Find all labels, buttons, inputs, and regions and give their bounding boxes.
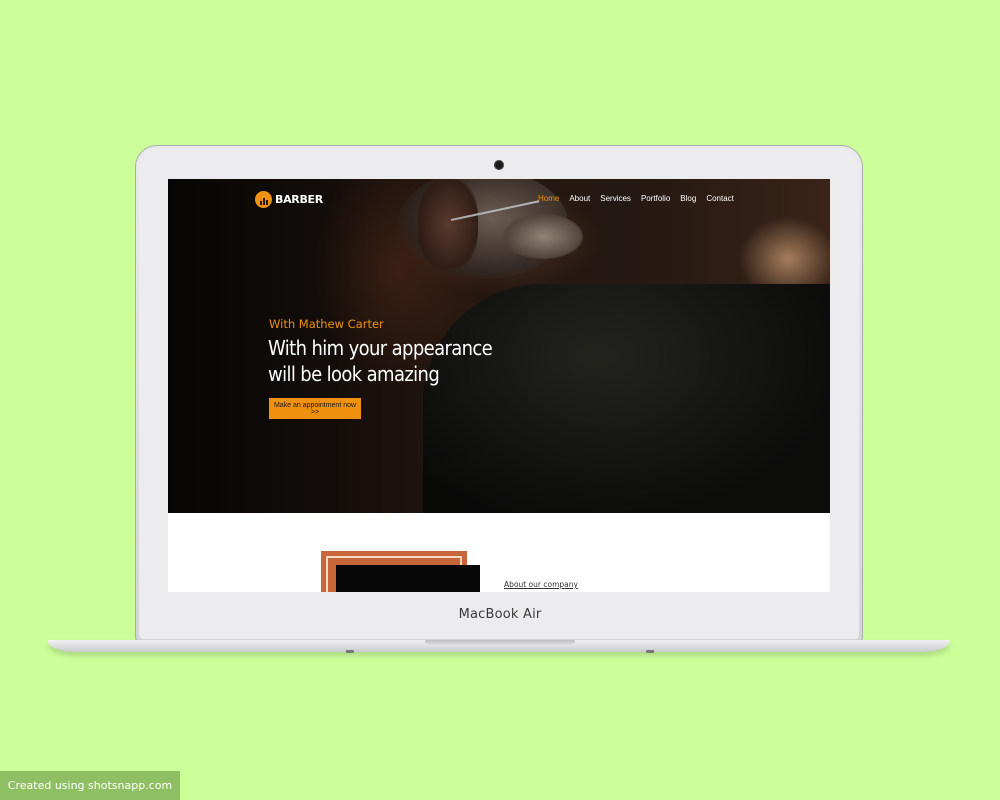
nav-item-portfolio[interactable]: Portfolio [641, 194, 670, 203]
about-section: About our company [168, 513, 830, 592]
about-company-link[interactable]: About our company [504, 580, 578, 589]
camera-icon [494, 160, 504, 170]
laptop-notch [425, 640, 575, 646]
hero-section: BARBER Home About Services Portfolio Blo… [168, 179, 830, 524]
nav-item-contact[interactable]: Contact [706, 194, 734, 203]
barber-pole-icon [255, 191, 272, 208]
nav-item-about[interactable]: About [569, 194, 590, 203]
watermark: Created using shotsnapp.com [0, 771, 180, 800]
nav-item-blog[interactable]: Blog [680, 194, 696, 203]
main-nav: Home About Services Portfolio Blog Conta… [538, 194, 734, 203]
site-logo[interactable]: BARBER [255, 191, 323, 208]
hero-subtitle: With Mathew Carter [269, 317, 384, 331]
about-image [336, 565, 480, 592]
laptop-screen: BARBER Home About Services Portfolio Blo… [168, 179, 830, 592]
laptop-foot [346, 650, 354, 653]
nav-item-services[interactable]: Services [600, 194, 631, 203]
hero-headline: With him your appearance will be look am… [268, 336, 493, 386]
logo-text: BARBER [275, 193, 323, 206]
device-model-label: MacBook Air [458, 607, 542, 622]
make-appointment-button[interactable]: Make an appointment now >> [269, 398, 361, 419]
nav-item-home[interactable]: Home [538, 194, 559, 203]
laptop-foot [646, 650, 654, 653]
